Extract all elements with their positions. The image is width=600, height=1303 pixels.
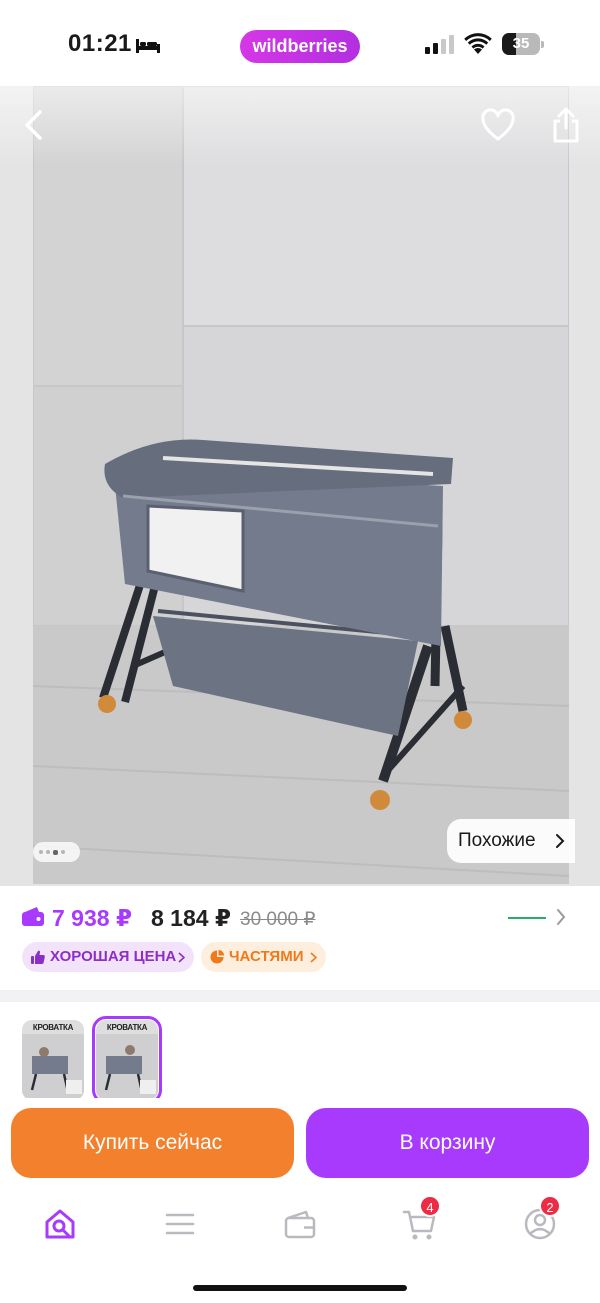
menu-icon[interactable] — [160, 1204, 200, 1244]
wifi-icon — [464, 33, 492, 54]
add-to-cart-button[interactable]: В корзину — [306, 1108, 589, 1178]
heart-icon[interactable] — [480, 108, 516, 144]
thumbnail-1[interactable]: КРОВАТКА — [22, 1020, 84, 1100]
thumbnail-image — [96, 1034, 158, 1100]
similar-button[interactable]: Похожие — [447, 819, 575, 863]
installments-badge[interactable]: ЧАСТЯМИ — [201, 942, 326, 972]
brand-logo: wildberries — [240, 30, 360, 63]
product-image[interactable] — [33, 86, 569, 884]
chevron-right-icon — [556, 834, 565, 848]
price-card: 7 938 ₽ 8 184 ₽ 30 000 ₽ ХОРОШАЯ ЦЕНА ЧА… — [0, 886, 600, 990]
back-icon[interactable] — [18, 108, 52, 142]
thumbnail-image — [22, 1034, 84, 1100]
tab-cart[interactable]: 4 — [400, 1195, 441, 1244]
battery-icon: 35 — [502, 33, 544, 55]
profile-notification-badge: 2 — [539, 1195, 561, 1217]
good-price-badge[interactable]: ХОРОШАЯ ЦЕНА — [22, 942, 194, 972]
cart-count-badge: 4 — [419, 1195, 441, 1217]
thumbs-up-icon — [31, 950, 45, 964]
wallet-icon — [22, 907, 44, 926]
installments-label: ЧАСТЯМИ — [229, 948, 304, 965]
buy-now-button[interactable]: Купить сейчас — [11, 1108, 294, 1178]
product-gallery[interactable]: Похожие — [0, 86, 600, 886]
status-bar: 01:21 wildberries 35 — [0, 0, 600, 86]
chevron-right-icon[interactable] — [555, 908, 567, 926]
home-indicator — [193, 1285, 407, 1291]
good-price-label: ХОРОШАЯ ЦЕНА — [50, 948, 177, 965]
chevron-right-icon — [310, 952, 317, 963]
share-icon[interactable] — [550, 106, 582, 144]
wallet-icon[interactable] — [280, 1204, 320, 1244]
battery-level: 35 — [512, 35, 530, 52]
thumbnail-2[interactable]: КРОВАТКА — [92, 1016, 162, 1104]
bed-icon — [136, 39, 160, 53]
status-time: 01:21 — [68, 30, 132, 57]
signal-icon — [425, 35, 454, 54]
tab-bar: 4 2 — [0, 1195, 600, 1256]
pie-chart-icon — [210, 950, 224, 964]
wallet-price: 7 938 ₽ — [52, 905, 132, 931]
search-home-icon[interactable] — [40, 1204, 80, 1244]
price-history-line[interactable] — [508, 917, 546, 919]
regular-price: 8 184 ₽ — [151, 905, 231, 931]
old-price: 30 000 ₽ — [240, 909, 316, 930]
tab-profile[interactable]: 2 — [520, 1195, 561, 1244]
similar-label: Похожие — [458, 830, 536, 851]
gallery-pager — [33, 842, 80, 862]
section-divider — [0, 990, 600, 1002]
chevron-right-icon — [178, 952, 185, 963]
